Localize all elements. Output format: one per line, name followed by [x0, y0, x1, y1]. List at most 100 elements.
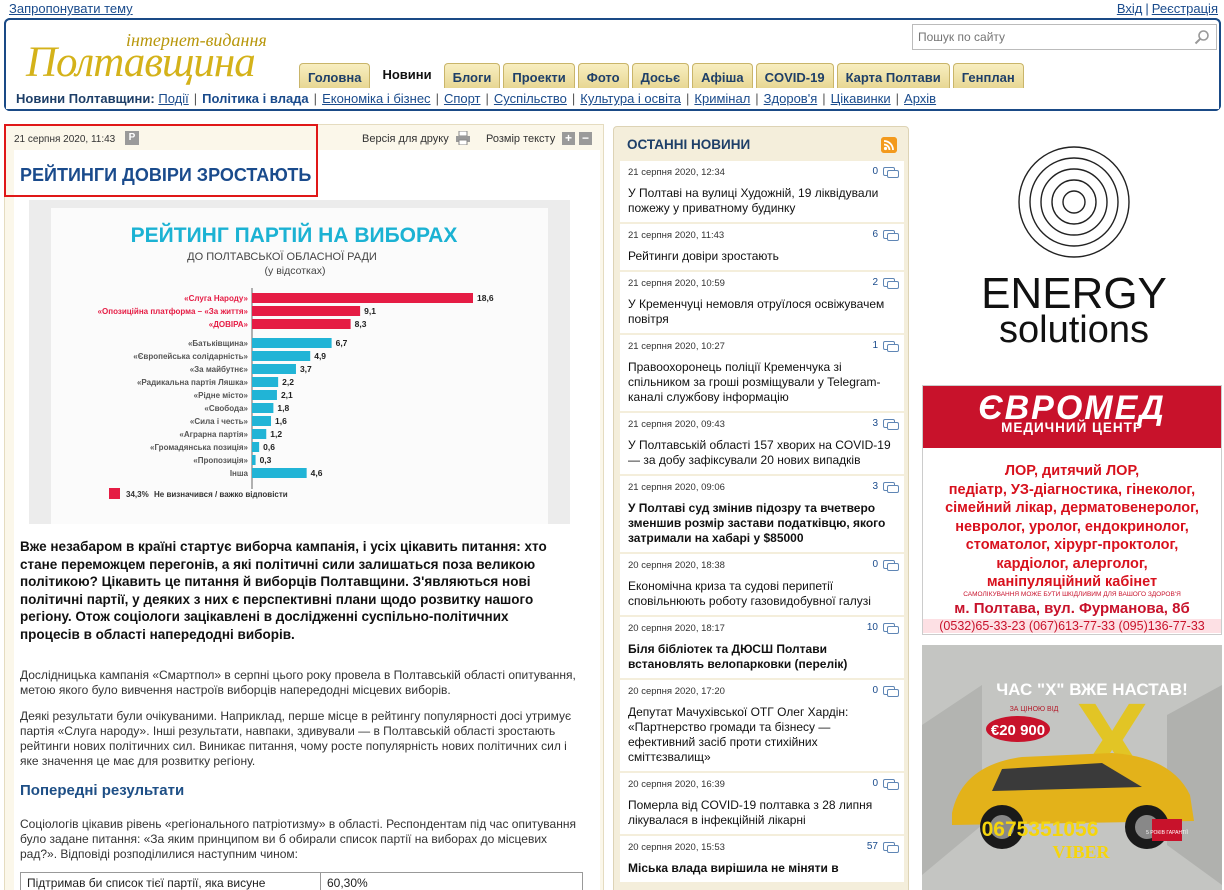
comment-bubble-icon[interactable] [883, 623, 899, 636]
subnav-item-7[interactable]: Здоров'я [764, 91, 818, 106]
subnav-item-1[interactable]: Політика і влада [202, 91, 309, 106]
comment-bubble-icon[interactable] [883, 167, 899, 180]
chart-bar [252, 293, 473, 303]
news-title[interactable]: У Полтавській області 157 хворих на COVI… [628, 438, 896, 468]
comment-count[interactable]: 3 [872, 418, 878, 429]
search-input[interactable] [913, 25, 1183, 49]
subnav-item-5[interactable]: Культура і освіта [580, 91, 681, 106]
comment-count[interactable]: 0 [872, 166, 878, 177]
comment-count[interactable]: 0 [872, 778, 878, 789]
comment-bubble-icon[interactable] [883, 842, 899, 855]
comment-count[interactable]: 57 [867, 841, 878, 852]
kia-price: €20 900 [991, 722, 1045, 739]
news-item[interactable]: 21 серпня 2020, 09:43 3 У Полтавській обла… [620, 413, 904, 474]
table-row: Підтримав би список тієї партії, яка вис… [20, 872, 583, 890]
comment-bubble-icon[interactable] [883, 419, 899, 432]
register-link[interactable]: Реєстрація [1152, 1, 1218, 16]
subnav-item-8[interactable]: Цікавинки [831, 91, 891, 106]
print-version-link[interactable]: Версія для друку [362, 133, 449, 145]
comment-bubble-icon[interactable] [883, 341, 899, 354]
search-icon[interactable] [1194, 29, 1210, 45]
title-highlight-box [4, 124, 318, 197]
comment-bubble-icon[interactable] [883, 779, 899, 792]
article-paragraph-2: Деякі результати були очікуваними. Напри… [20, 709, 572, 768]
comment-bubble-icon[interactable] [883, 482, 899, 495]
chart-category-label: «Батьківщина» [188, 339, 249, 348]
evromed-service: маніпуляційний кабінет [986, 574, 1158, 590]
chart-bar [252, 429, 267, 439]
article-lead: Вже незабаром в країні стартує виборча к… [20, 539, 547, 642]
comment-bubble-icon[interactable] [883, 686, 899, 699]
tab-8[interactable]: Карта Полтави [836, 63, 950, 91]
tab-9[interactable]: Генплан [952, 63, 1024, 91]
comment-count[interactable]: 1 [872, 340, 878, 351]
tab-2[interactable]: Блоги [443, 63, 501, 91]
news-item[interactable]: 20 серпня 2020, 17:20 0 Депутат Мачухівськ… [620, 680, 904, 771]
subnav-item-0[interactable]: Події [158, 91, 188, 106]
news-date: 21 серпня 2020, 09:06 [628, 482, 725, 493]
news-item[interactable]: 20 серпня 2020, 15:53 57 Міська влада вирі… [620, 836, 904, 882]
comment-count[interactable]: 2 [872, 277, 878, 288]
kia-car-ad[interactable]: ЧАС "Х" ВЖЕ НАСТАВ! ЗА ЦІНОЮ ВІД €20 900… [922, 645, 1222, 890]
comment-count[interactable]: 3 [872, 481, 878, 492]
comment-bubble-icon[interactable] [883, 278, 899, 291]
tab-0[interactable]: Головна [299, 63, 371, 91]
site-logo[interactable]: Полтавщина [26, 38, 256, 87]
news-title[interactable]: Правоохоронець поліції Кременчука зі спі… [628, 360, 896, 405]
chart-legend-value: 34,3% [126, 490, 149, 499]
suggest-topic-link[interactable]: Запропонувати тему [9, 1, 133, 16]
decrease-text-icon[interactable]: − [579, 132, 592, 145]
tab-5[interactable]: Досьє [631, 63, 690, 91]
comment-count[interactable]: 0 [872, 685, 878, 696]
subnav-item-9[interactable]: Архів [904, 91, 936, 106]
news-title[interactable]: У Полтаві на вулиці Художній, 19 ліквіду… [628, 186, 896, 216]
news-item[interactable]: 20 серпня 2020, 18:17 10 Біля бібліотек та… [620, 617, 904, 678]
news-title[interactable]: Депутат Мачухівської ОТГ Олег Хардін: «П… [628, 705, 896, 765]
news-item[interactable]: 21 серпня 2020, 11:43 6 Рейтинги довіри зр… [620, 224, 904, 270]
subnav-item-4[interactable]: Суспільство [494, 91, 567, 106]
news-date: 20 серпня 2020, 15:53 [628, 842, 725, 853]
rss-icon[interactable] [881, 137, 897, 153]
news-title[interactable]: Економічна криза та судові перипетії спо… [628, 579, 896, 609]
subnav-item-6[interactable]: Кримінал [694, 91, 750, 106]
tab-1[interactable]: Новини [373, 60, 441, 91]
printer-icon[interactable] [455, 131, 471, 145]
tab-3[interactable]: Проекти [503, 63, 575, 91]
news-date: 20 серпня 2020, 17:20 [628, 686, 725, 697]
news-item[interactable]: 20 серпня 2020, 16:39 0 Померла від COVID-… [620, 773, 904, 834]
news-title[interactable]: У Кременчуці немовля отруїлося освіжувач… [628, 297, 896, 327]
chart-bar [252, 377, 279, 387]
news-item[interactable]: 21 серпня 2020, 09:06 3 У Полтаві суд змін… [620, 476, 904, 552]
news-item[interactable]: 21 серпня 2020, 10:27 1 Правоохоронець пол… [620, 335, 904, 411]
comment-count[interactable]: 10 [867, 622, 878, 633]
article-subheading: Попередні результати [20, 782, 185, 799]
chart-bar [252, 338, 332, 348]
news-title[interactable]: Міська влада вирішила не міняти в [628, 861, 896, 876]
kia-years: 5 РОКІВ ГАРАНТІЇ [1146, 829, 1188, 836]
comment-count[interactable]: 0 [872, 559, 878, 570]
news-item[interactable]: 20 серпня 2020, 18:38 0 Економічна криза т… [620, 554, 904, 615]
news-title[interactable]: У Полтаві суд змінив підозру та вчетверо… [628, 501, 896, 546]
evromed-service: ЛОР, дитячий ЛОР, [1004, 463, 1140, 479]
chart-value-label: 3,7 [300, 364, 312, 374]
tab-7[interactable]: COVID-19 [755, 63, 834, 91]
tab-6[interactable]: Афіша [692, 63, 753, 91]
tab-4[interactable]: Фото [577, 63, 629, 91]
increase-text-icon[interactable]: + [562, 132, 575, 145]
comment-count[interactable]: 6 [872, 229, 878, 240]
evromed-ad[interactable]: ЄВРОМЕД МЕДИЧНИЙ ЦЕНТР ЛОР, дитячий ЛОР,… [922, 385, 1222, 635]
news-title[interactable]: Біля бібліотек та ДЮСШ Полтави встановля… [628, 642, 896, 672]
news-item[interactable]: 21 серпня 2020, 10:59 2 У Кременчуці немов… [620, 272, 904, 333]
comment-bubble-icon[interactable] [883, 560, 899, 573]
subnav-item-3[interactable]: Спорт [444, 91, 481, 106]
news-title[interactable]: Померла від COVID-19 полтавка з 28 липня… [628, 798, 896, 828]
subnav-item-2[interactable]: Економіка і бізнес [322, 91, 431, 106]
news-title[interactable]: Рейтинги довіри зростають [628, 249, 896, 264]
news-item[interactable]: 21 серпня 2020, 12:34 0 У Полтаві на вулиц… [620, 161, 904, 222]
sub-navigation: Новини Полтавщини: Події | Політика і влад… [4, 88, 1221, 111]
energy-solutions-ad[interactable]: ENERGY solutions [922, 130, 1222, 370]
news-date: 21 серпня 2020, 12:34 [628, 167, 725, 178]
comment-bubble-icon[interactable] [883, 230, 899, 243]
table-cell-label: Підтримав би список тієї партії, яка вис… [20, 872, 321, 890]
login-link[interactable]: Вхід [1117, 1, 1143, 16]
